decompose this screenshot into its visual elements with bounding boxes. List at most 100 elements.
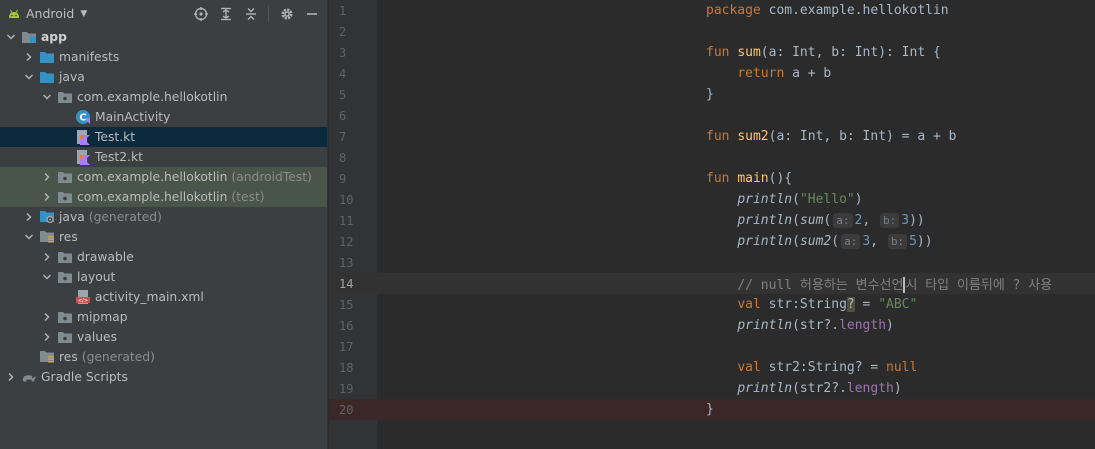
- tree-item[interactable]: app: [0, 27, 327, 47]
- code-token: (str2?.: [792, 381, 847, 396]
- code-line[interactable]: 19 println(str2?.length): [329, 378, 1095, 399]
- tree-item-label: activity_main.xml: [95, 290, 204, 304]
- code-token: (){: [768, 171, 793, 186]
- chevron-down-icon[interactable]: [4, 30, 18, 44]
- code-text: fun sum(a: Int, b: Int): Int {: [706, 45, 941, 60]
- number-token: 3: [862, 234, 871, 249]
- code-text: }: [706, 87, 714, 102]
- tree-item-label: app: [41, 30, 67, 44]
- code-line[interactable]: 11 println(sum(a: 2, b: 3)): [329, 210, 1095, 231]
- expand-all-icon[interactable]: [215, 3, 237, 25]
- line-number: 13: [339, 255, 354, 270]
- chevron-down-icon[interactable]: ▼: [80, 9, 87, 19]
- code-token: (: [792, 192, 800, 207]
- code-line[interactable]: 13: [329, 252, 1095, 273]
- number-token: 3: [901, 213, 910, 228]
- keyword-token: val: [737, 360, 761, 375]
- package-folder-icon: [57, 189, 73, 205]
- code-line[interactable]: 15 val str:String? = "ABC": [329, 294, 1095, 315]
- project-panel: Android ▼ app manifests java com.example…: [0, 0, 328, 449]
- code-text: package com.example.hellokotlin: [706, 3, 949, 18]
- code-token: (: [831, 234, 840, 249]
- tree-item[interactable]: layout: [0, 267, 327, 287]
- code-line[interactable]: 18 val str2:String? = null: [329, 357, 1095, 378]
- code-line[interactable]: 2: [329, 21, 1095, 42]
- collapse-all-icon[interactable]: [240, 3, 262, 25]
- chevron-right-icon[interactable]: [40, 190, 54, 204]
- chevron-right-icon[interactable]: [22, 50, 36, 64]
- code-line[interactable]: 4 return a + b: [329, 63, 1095, 84]
- tree-item[interactable]: java (generated): [0, 207, 327, 227]
- tree-item[interactable]: C MainActivity: [0, 107, 327, 127]
- chevron-right-icon[interactable]: [40, 250, 54, 264]
- tree-item[interactable]: Gradle Scripts: [0, 367, 327, 387]
- chevron-right-icon[interactable]: [40, 330, 54, 344]
- code-line[interactable]: 6: [329, 105, 1095, 126]
- code-token: ): [893, 381, 902, 396]
- minimize-icon[interactable]: [301, 3, 323, 25]
- code-token: }: [706, 87, 714, 102]
- code-line[interactable]: 10 println("Hello"): [329, 189, 1095, 210]
- code-line[interactable]: 5}: [329, 84, 1095, 105]
- code-line[interactable]: 12 println(sum2(a: 3, b: 5)): [329, 231, 1095, 252]
- tree-item[interactable]: drawable: [0, 247, 327, 267]
- line-number: 15: [339, 297, 354, 312]
- keyword-token: fun: [706, 45, 738, 60]
- code-token: com.example.hellokotlin: [760, 3, 949, 18]
- tree-item[interactable]: mipmap: [0, 307, 327, 327]
- chevron-down-icon[interactable]: [40, 270, 54, 284]
- tree-item[interactable]: java: [0, 67, 327, 87]
- code-text: println("Hello"): [706, 192, 862, 207]
- code-line[interactable]: 14 // null 허용하는 변수선언 시 타입 이름뒤에 ? 사용: [329, 273, 1095, 294]
- tree-item[interactable]: Test.kt: [0, 127, 327, 147]
- module-folder-icon: [21, 29, 37, 45]
- code-text: fun sum2(a: Int, b: Int) = a + b: [706, 129, 956, 144]
- tree-item[interactable]: Test2.kt: [0, 147, 327, 167]
- chevron-right-icon[interactable]: [22, 210, 36, 224]
- code-line[interactable]: 9 fun main(){: [329, 168, 1095, 189]
- tree-item-label: Gradle Scripts: [41, 370, 128, 384]
- tree-item-label: drawable: [77, 250, 134, 264]
- project-view-selector[interactable]: Android: [26, 6, 74, 21]
- code-token: a + b: [784, 66, 832, 81]
- keyword-token: package: [706, 3, 761, 18]
- line-number: 1: [339, 3, 347, 18]
- tree-item[interactable]: res: [0, 227, 327, 247]
- android-icon: [6, 6, 22, 22]
- chevron-right-icon[interactable]: [40, 310, 54, 324]
- code-line[interactable]: 7 fun sum2(a: Int, b: Int) = a + b: [329, 126, 1095, 147]
- code-line[interactable]: 16 println(str?.length): [329, 315, 1095, 336]
- code-line[interactable]: 8: [329, 147, 1095, 168]
- line-number: 19: [339, 381, 354, 396]
- chevron-down-icon[interactable]: [40, 90, 54, 104]
- folder-icon: [39, 69, 55, 85]
- gradle-icon: [21, 369, 37, 385]
- tree-item[interactable]: com.example.hellokotlin (androidTest): [0, 167, 327, 187]
- generated-folder-icon: [39, 209, 55, 225]
- locate-icon[interactable]: [190, 3, 212, 25]
- tree-item[interactable]: manifests: [0, 47, 327, 67]
- tree-item-label: com.example.hellokotlin: [77, 170, 228, 184]
- tree-item[interactable]: values: [0, 327, 327, 347]
- svg-text:</>: </>: [78, 298, 88, 304]
- code-line[interactable]: 3 fun sum(a: Int, b: Int): Int {: [329, 42, 1095, 63]
- tree-item[interactable]: com.example.hellokotlin (test): [0, 187, 327, 207]
- tree-item[interactable]: res (generated): [0, 347, 327, 367]
- tree-item[interactable]: </> activity_main.xml: [0, 287, 327, 307]
- code-editor[interactable]: 1 package com.example.hellokotlin 2 3 fun su…: [329, 0, 1095, 449]
- code-line[interactable]: 17: [329, 336, 1095, 357]
- chevron-right-icon[interactable]: [4, 370, 18, 384]
- tree-item[interactable]: com.example.hellokotlin: [0, 87, 327, 107]
- chevron-down-icon[interactable]: [22, 230, 36, 244]
- code-line[interactable]: 20}: [329, 399, 1095, 420]
- chevron-right-icon[interactable]: [40, 170, 54, 184]
- chevron-down-icon[interactable]: [22, 70, 36, 84]
- package-folder-icon: [57, 329, 73, 345]
- kotlin-class-icon: C: [75, 109, 91, 125]
- line-number: 8: [339, 150, 347, 165]
- code-line[interactable]: 1 package com.example.hellokotlin: [329, 0, 1095, 21]
- keyword-token: fun: [706, 171, 738, 186]
- warning-highlight: ?: [846, 297, 855, 312]
- gear-icon[interactable]: [276, 3, 298, 25]
